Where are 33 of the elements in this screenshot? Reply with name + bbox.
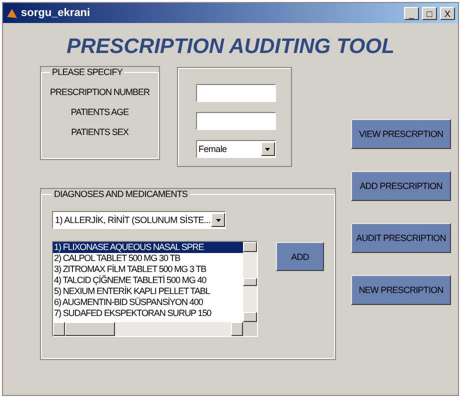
list-item[interactable]: 7) SUDAFED EKSPEKTORAN SURUP 150: [53, 308, 243, 319]
field-label: PATIENTS SEX: [70, 127, 130, 137]
panel-title: DIAGNOSES AND MEDICAMENTS: [53, 189, 189, 199]
app-heading: PRESCRIPTION AUDITING TOOL: [66, 35, 394, 59]
caret-icon: [216, 218, 220, 222]
list-item[interactable]: 5) NEXIUM ENTERİK KAPLI PELLET TABL: [53, 286, 243, 297]
panel-title: PLEASE SPECIFY: [51, 67, 124, 77]
horizontal-scrollbar[interactable]: [53, 322, 243, 336]
list-item[interactable]: 2) CALPOL TABLET 500 MG 30 TB: [53, 253, 243, 264]
sex-dropdown[interactable]: Female: [196, 140, 276, 158]
list-item[interactable]: 3) ZITROMAX FİLM TABLET 500 MG 3 TB: [53, 264, 243, 275]
field-label: PATIENTS AGE: [70, 107, 130, 117]
patients-age-field[interactable]: [196, 112, 276, 130]
list-item[interactable]: 1) FLIXONASE AQUEOUS NASAL SPRE: [53, 242, 243, 253]
scrollbar-corner: [243, 322, 257, 336]
window-control-button[interactable]: X: [440, 6, 455, 20]
action-button[interactable]: NEW PRESCRIPTION: [351, 275, 451, 305]
diagnosis-dropdown[interactable]: 1) ALLERJİK, RİNİT (SOLUNUM SİSTE...: [52, 211, 226, 229]
window-title: sorgu_ekrani: [21, 7, 92, 19]
action-button[interactable]: VIEW PRESCRPTION: [351, 119, 451, 149]
prescription-number-field[interactable]: [196, 84, 276, 102]
medicament-list[interactable]: [52, 241, 258, 337]
field-label: PRESCRIPTION NUMBER: [50, 87, 150, 97]
window-control-button[interactable]: _: [404, 6, 419, 20]
app-icon: [6, 7, 18, 19]
caret-icon: [265, 148, 270, 150]
list-item[interactable]: 4) TALCID ÇİĞNEME TABLETİ 500 MG 40: [53, 275, 243, 286]
list-item[interactable]: 6) AUGMENTIN-BID SÜSPANSİYON 400: [53, 297, 243, 308]
action-button[interactable]: ADD PRESCRIPTION: [351, 171, 451, 201]
action-button[interactable]: AUDIT PRESCRIPTION: [351, 223, 451, 253]
vertical-scrollbar[interactable]: [243, 242, 257, 322]
add-button[interactable]: ADD: [276, 242, 324, 271]
window-control-button[interactable]: □: [422, 6, 437, 20]
